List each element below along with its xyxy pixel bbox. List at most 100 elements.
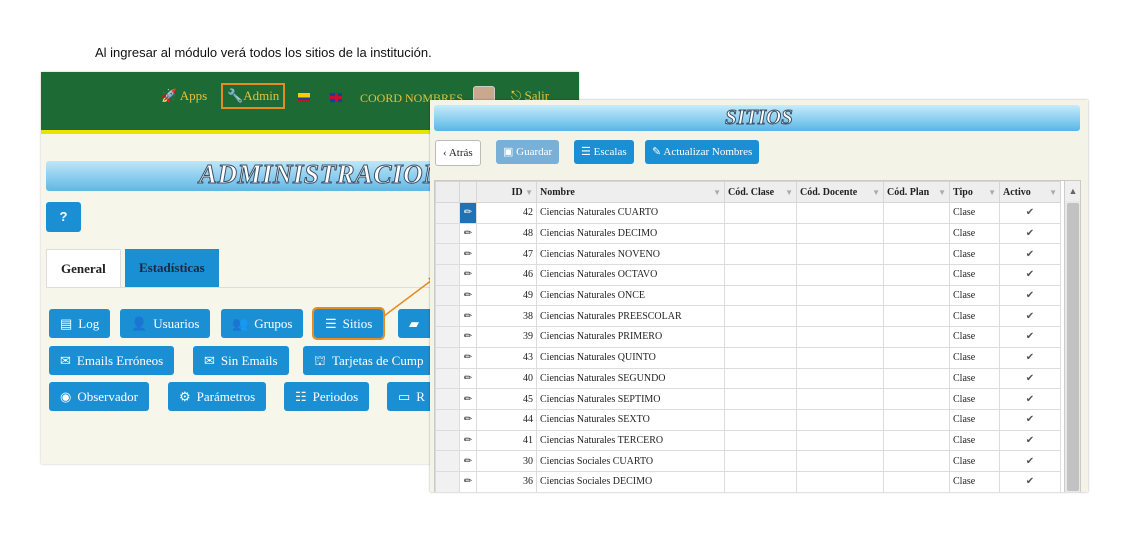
- table-row[interactable]: ✏ 44 Ciencias Naturales SEXTO Clase ✔: [435, 408, 1061, 431]
- active-checkbox[interactable]: ✔: [999, 367, 1061, 390]
- pencil-icon[interactable]: ✏: [459, 202, 477, 224]
- filter-icon[interactable]: ▼: [713, 188, 721, 197]
- users-button[interactable]: 👤 Usuarios: [120, 309, 211, 338]
- row-selector[interactable]: [435, 388, 460, 410]
- admin-link[interactable]: 🔧Admin: [221, 83, 286, 109]
- english-flag-icon[interactable]: [330, 93, 342, 102]
- sites-button[interactable]: ☰ Sitios: [311, 307, 386, 340]
- active-checkbox[interactable]: ✔: [999, 408, 1061, 431]
- file-icon: ▤: [60, 316, 73, 331]
- table-row[interactable]: ✏ 41 Ciencias Naturales TERCERO Clase ✔: [435, 429, 1061, 452]
- row-selector[interactable]: [435, 470, 460, 492]
- filter-icon[interactable]: ▼: [988, 188, 996, 197]
- wrong-emails-button[interactable]: ✉ Emails Erróneos: [49, 346, 175, 375]
- active-checkbox[interactable]: ✔: [999, 450, 1061, 472]
- help-button[interactable]: ?: [46, 202, 81, 232]
- active-checkbox[interactable]: ✔: [999, 264, 1061, 286]
- pencil-icon[interactable]: ✏: [459, 243, 477, 266]
- table-row[interactable]: ✏ 39 Ciencias Naturales PRIMERO Clase ✔: [435, 326, 1061, 348]
- no-emails-button[interactable]: ✉ Sin Emails: [193, 346, 289, 375]
- filter-icon[interactable]: ▼: [938, 188, 946, 197]
- cell-plan-code: [883, 346, 950, 369]
- table-row[interactable]: ✏ 42 Ciencias Naturales CUARTO Clase ✔: [435, 202, 1061, 224]
- vertical-scrollbar[interactable]: ▲: [1064, 181, 1080, 492]
- periods-button[interactable]: ☷ Periodos: [284, 382, 370, 411]
- column-header-plan-code[interactable]: Cód. Plan ▼: [883, 181, 950, 203]
- row-selector[interactable]: [435, 326, 460, 348]
- table-row[interactable]: ✏ 45 Ciencias Naturales SEPTIMO Clase ✔: [435, 388, 1061, 410]
- cell-name: Ciencias Naturales PREESCOLAR: [536, 305, 725, 328]
- column-header-name[interactable]: Nombre ▼: [536, 181, 725, 203]
- table-row[interactable]: ✏ 43 Ciencias Naturales QUINTO Clase ✔: [435, 346, 1061, 369]
- column-header-teacher-code[interactable]: Cód. Docente ▼: [796, 181, 884, 203]
- scrollbar-thumb[interactable]: [1067, 203, 1079, 491]
- pencil-icon[interactable]: ✏: [459, 284, 477, 307]
- pencil-icon[interactable]: ✏: [459, 222, 477, 245]
- active-checkbox[interactable]: ✔: [999, 388, 1061, 410]
- column-header-class-code[interactable]: Cód. Clase ▼: [724, 181, 797, 203]
- scales-button[interactable]: ☰ Escalas: [574, 140, 634, 164]
- filter-icon[interactable]: ▼: [872, 188, 880, 197]
- save-button[interactable]: ▣ Guardar: [496, 140, 560, 164]
- column-header-active[interactable]: Activo ▼: [999, 181, 1061, 203]
- row-selector[interactable]: [435, 202, 460, 224]
- active-checkbox[interactable]: ✔: [999, 222, 1061, 245]
- pencil-icon[interactable]: ✏: [459, 264, 477, 286]
- spanish-flag-icon[interactable]: [298, 93, 310, 102]
- filter-icon[interactable]: ▼: [1049, 188, 1057, 197]
- row-selector[interactable]: [435, 264, 460, 286]
- table-row[interactable]: ✏ 46 Ciencias Naturales OCTAVO Clase ✔: [435, 264, 1061, 286]
- pencil-icon[interactable]: ✏: [459, 367, 477, 390]
- row-selector[interactable]: [435, 367, 460, 390]
- observer-button[interactable]: ◉ Observador: [49, 382, 149, 411]
- table-row[interactable]: ✏ 30 Ciencias Sociales CUARTO Clase ✔: [435, 450, 1061, 472]
- pencil-icon[interactable]: ✏: [459, 305, 477, 328]
- table-row[interactable]: ✏ 48 Ciencias Naturales DECIMO Clase ✔: [435, 222, 1061, 245]
- column-header-type[interactable]: Tipo ▼: [949, 181, 1000, 203]
- tab-statistics[interactable]: Estadísticas: [125, 249, 219, 287]
- table-header-row: ID ▼ Nombre ▼ Cód. Clase ▼ Cód. Docente ▼ C…: [435, 181, 1061, 203]
- active-checkbox[interactable]: ✔: [999, 284, 1061, 307]
- active-checkbox[interactable]: ✔: [999, 305, 1061, 328]
- active-checkbox[interactable]: ✔: [999, 326, 1061, 348]
- pencil-icon[interactable]: ✏: [459, 346, 477, 369]
- active-checkbox[interactable]: ✔: [999, 346, 1061, 369]
- table-row[interactable]: ✏ 36 Ciencias Sociales DECIMO Clase ✔: [435, 470, 1061, 492]
- pencil-icon[interactable]: ✏: [459, 326, 477, 348]
- row-selector[interactable]: [435, 284, 460, 307]
- row-selector[interactable]: [435, 222, 460, 245]
- tab-general[interactable]: General: [46, 249, 121, 288]
- groups-button[interactable]: 👥 Grupos: [221, 309, 304, 338]
- filter-icon[interactable]: ▼: [525, 188, 533, 197]
- pencil-icon[interactable]: ✏: [459, 450, 477, 472]
- pencil-icon[interactable]: ✏: [459, 429, 477, 452]
- list-icon: ☰: [325, 316, 337, 331]
- filter-icon[interactable]: ▼: [785, 188, 793, 197]
- log-button[interactable]: ▤ Log: [49, 309, 111, 338]
- row-selector[interactable]: [435, 408, 460, 431]
- active-checkbox[interactable]: ✔: [999, 470, 1061, 492]
- cell-type: Clase: [949, 450, 1000, 472]
- active-checkbox[interactable]: ✔: [999, 202, 1061, 224]
- active-checkbox[interactable]: ✔: [999, 429, 1061, 452]
- column-header-id[interactable]: ID ▼: [476, 181, 537, 203]
- cell-name: Ciencias Naturales SEGUNDO: [536, 367, 725, 390]
- row-selector[interactable]: [435, 346, 460, 369]
- back-button[interactable]: ‹ Atrás: [435, 140, 481, 166]
- apps-link[interactable]: 🚀 Apps: [161, 88, 207, 104]
- table-row[interactable]: ✏ 40 Ciencias Naturales SEGUNDO Clase ✔: [435, 367, 1061, 390]
- update-names-button[interactable]: ✎ Actualizar Nombres: [645, 140, 760, 164]
- table-row[interactable]: ✏ 38 Ciencias Naturales PREESCOLAR Clase ✔: [435, 305, 1061, 328]
- row-selector[interactable]: [435, 243, 460, 266]
- row-selector[interactable]: [435, 450, 460, 472]
- pencil-icon[interactable]: ✏: [459, 470, 477, 492]
- active-checkbox[interactable]: ✔: [999, 243, 1061, 266]
- parameters-button[interactable]: ⚙ Parámetros: [168, 382, 267, 411]
- pencil-icon[interactable]: ✏: [459, 388, 477, 410]
- row-selector[interactable]: [435, 429, 460, 452]
- table-row[interactable]: ✏ 49 Ciencias Naturales ONCE Clase ✔: [435, 284, 1061, 307]
- scroll-up-icon[interactable]: ▲: [1065, 181, 1080, 201]
- row-selector[interactable]: [435, 305, 460, 328]
- table-row[interactable]: ✏ 47 Ciencias Naturales NOVENO Clase ✔: [435, 243, 1061, 266]
- pencil-icon[interactable]: ✏: [459, 408, 477, 431]
